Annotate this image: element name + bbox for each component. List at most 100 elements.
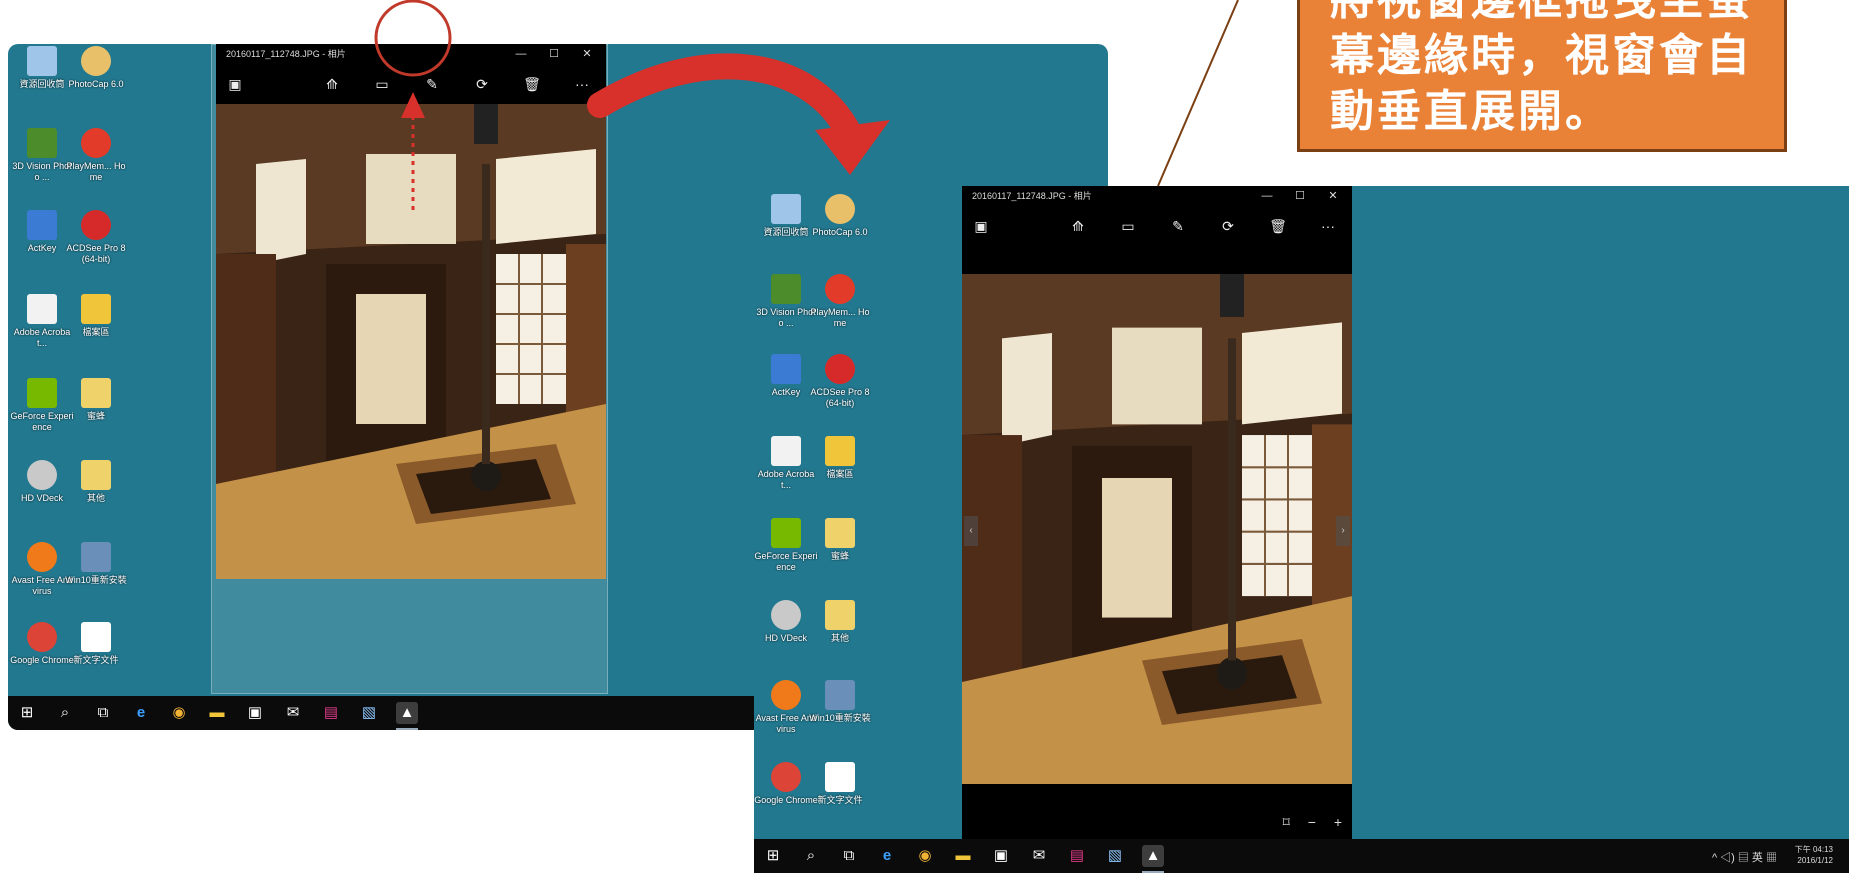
playmemories-icon — [825, 274, 855, 304]
maximize-button[interactable]: ☐ — [539, 44, 569, 64]
desktop-icon-acdsee[interactable]: ACDSee Pro 8 (64-bit) — [64, 210, 128, 265]
rotate-icon[interactable]: ⟳ — [1217, 215, 1239, 237]
desktop-icon-label: ACDSee Pro 8 (64-bit) — [66, 243, 126, 264]
task-view-icon[interactable]: ⧉ — [838, 845, 860, 867]
folder-icon — [825, 436, 855, 466]
edit-pencil-icon[interactable]: ✎ — [1167, 215, 1189, 237]
task-view-icon[interactable]: ⧉ — [92, 702, 114, 724]
close-button[interactable]: ✕ — [1318, 186, 1348, 206]
desktop-icon-photocap[interactable]: PhotoCap 6.0 — [64, 46, 128, 90]
instruction-callout: 將視窗邊框拖曳至螢幕邊緣時，視窗會自動垂直展開。 — [1297, 0, 1787, 152]
avast-icon — [27, 542, 57, 572]
photos-icon[interactable]: ▲ — [1142, 845, 1164, 873]
app-icon[interactable]: ▤ — [320, 702, 342, 724]
slideshow-icon[interactable]: ▭ — [371, 73, 393, 95]
rotate-icon[interactable]: ⟳ — [471, 73, 493, 95]
folder-icon[interactable]: ▬ — [952, 845, 974, 867]
window-titlebar[interactable]: 20160117_112748.JPG - 相片 — ☐ ✕ — [962, 186, 1352, 206]
image-icon[interactable]: ▧ — [1104, 845, 1126, 867]
geforce-icon — [771, 518, 801, 548]
enhance-icon[interactable]: ⟰ — [321, 73, 343, 95]
desktop-icon-playmemories[interactable]: PlayMem... Home — [64, 128, 128, 183]
minimize-button[interactable]: — — [506, 44, 536, 64]
close-button[interactable]: ✕ — [572, 44, 602, 64]
desktop-icon-zip-folder[interactable]: 蜜蜂 — [808, 518, 872, 562]
desktop-icon-folder[interactable]: 檔案區 — [808, 436, 872, 480]
minimize-button[interactable]: — — [1252, 186, 1282, 206]
actkey-icon — [771, 354, 801, 384]
window-titlebar[interactable]: 20160117_112748.JPG - 相片 — ☐ ✕ — [216, 44, 606, 64]
more-icon[interactable]: ··· — [1317, 215, 1339, 237]
edge-icon[interactable]: e — [130, 702, 152, 724]
desktop-icon-win10[interactable]: Win10重新安裝 — [64, 542, 128, 586]
adobe-acrobat-icon — [771, 436, 801, 466]
previous-photo-button[interactable]: ‹ — [964, 516, 978, 546]
chrome-icon[interactable]: ◉ — [914, 845, 936, 867]
windows-icon[interactable]: ⊞ — [762, 845, 784, 867]
geforce-icon — [27, 378, 57, 408]
more-icon[interactable]: ··· — [571, 73, 593, 95]
desktop-icon-zip-folder[interactable]: 蜜蜂 — [64, 378, 128, 422]
desktop-icon-label: PhotoCap 6.0 — [68, 79, 124, 89]
window-title: 20160117_112748.JPG - 相片 — [226, 49, 346, 59]
mail-icon[interactable]: ✉ — [1028, 845, 1050, 867]
maximize-button[interactable]: ☐ — [1285, 186, 1315, 206]
enhance-icon[interactable]: ⟰ — [1067, 215, 1089, 237]
desktop-icon-text-document[interactable]: 新文字文件 — [808, 762, 872, 806]
search-icon[interactable]: ⌕ — [54, 702, 76, 724]
mail-icon[interactable]: ✉ — [282, 702, 304, 724]
edit-pencil-icon[interactable]: ✎ — [421, 73, 443, 95]
picture-icon[interactable]: ▣ — [970, 215, 992, 237]
monitor-icon — [81, 542, 111, 572]
slideshow-icon[interactable]: ▭ — [1117, 215, 1139, 237]
photos-icon[interactable]: ▲ — [396, 702, 418, 730]
desktop-icon-label: PlayMem... Home — [66, 161, 126, 182]
desktop-icon-zip-folder-2[interactable]: 其他 — [808, 600, 872, 644]
next-photo-button[interactable]: › — [1336, 516, 1350, 546]
delete-icon[interactable]: 🗑 — [1267, 215, 1289, 237]
recycle-bin-icon — [771, 194, 801, 224]
zip-folder-icon — [825, 518, 855, 548]
photocap-icon — [825, 194, 855, 224]
photos-window-before[interactable]: 20160117_112748.JPG - 相片 — ☐ ✕ ▣ ⟰ ▭ ✎ ⟳… — [216, 44, 606, 579]
zip-folder-icon — [81, 378, 111, 408]
clock[interactable]: 下午 04:13 2016/1/12 — [1795, 844, 1833, 866]
clock-date: 2016/1/12 — [1797, 856, 1833, 865]
fit-to-window-icon[interactable]: ⌑ — [1283, 814, 1290, 830]
photo-room-image — [216, 104, 606, 579]
desktop-after: 資源回收筒 PhotoCap 6.0 3D Vision Photo ... P… — [754, 186, 1849, 873]
text-document-icon — [81, 622, 111, 652]
callout-leader-line — [1157, 0, 1239, 187]
photo-room-image — [962, 274, 1352, 784]
desktop-icon-photocap[interactable]: PhotoCap 6.0 — [808, 194, 872, 238]
photos-window-after[interactable]: 20160117_112748.JPG - 相片 — ☐ ✕ ▣ ⟰ ▭ ✎ ⟳… — [962, 186, 1352, 839]
search-icon[interactable]: ⌕ — [800, 845, 822, 867]
app-icon[interactable]: ▤ — [1066, 845, 1088, 867]
zoom-in-button[interactable]: + — [1334, 814, 1342, 830]
folder-icon — [81, 294, 111, 324]
desktop-icon-zip-folder-2[interactable]: 其他 — [64, 460, 128, 504]
hdvdeck-icon — [771, 600, 801, 630]
playmemories-icon — [81, 128, 111, 158]
recycle-bin-icon — [27, 46, 57, 76]
image-icon[interactable]: ▧ — [358, 702, 380, 724]
desktop-icon-acdsee[interactable]: ACDSee Pro 8 (64-bit) — [808, 354, 872, 409]
desktop-icon-folder[interactable]: 檔案區 — [64, 294, 128, 338]
desktop-icon-win10[interactable]: Win10重新安裝 — [808, 680, 872, 724]
delete-icon[interactable]: 🗑 — [521, 73, 543, 95]
window-title: 20160117_112748.JPG - 相片 — [972, 191, 1092, 201]
zoom-out-button[interactable]: − — [1308, 814, 1316, 830]
store-icon[interactable]: ▣ — [244, 702, 266, 724]
picture-icon[interactable]: ▣ — [224, 73, 246, 95]
tray-icons[interactable]: ^ ◁) ▤ 英 ▦ — [1712, 849, 1777, 865]
callout-text: 將視窗邊框拖曳至螢幕邊緣時，視窗會自動垂直展開。 — [1330, 0, 1753, 137]
desktop-icon-text-document[interactable]: 新文字文件 — [64, 622, 128, 666]
chrome-icon[interactable]: ◉ — [168, 702, 190, 724]
windows-icon[interactable]: ⊞ — [16, 702, 38, 724]
desktop-icon-playmemories[interactable]: PlayMem... Home — [808, 274, 872, 329]
edge-icon[interactable]: e — [876, 845, 898, 867]
desktop-icon-label: PhotoCap 6.0 — [812, 227, 868, 237]
zip-folder-icon — [81, 460, 111, 490]
store-icon[interactable]: ▣ — [990, 845, 1012, 867]
folder-icon[interactable]: ▬ — [206, 702, 228, 724]
